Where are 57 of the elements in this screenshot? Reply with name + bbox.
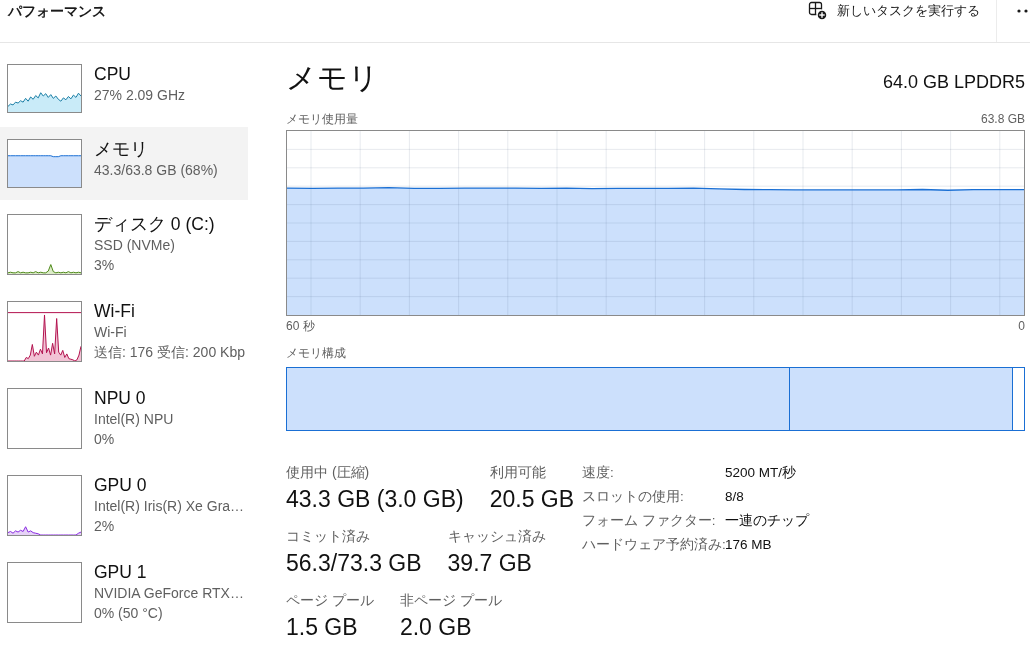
spec-label: フォーム ファクター: (582, 512, 717, 530)
stat-label: 使用中 (圧縮) (286, 463, 371, 481)
sidebar-item[interactable]: Wi-Fi Wi-Fi 送信: 176 受信: 200 Kbp (0, 289, 248, 374)
stat-value: 43.3 GB (3.0 GB) (286, 485, 464, 514)
sidebar-item[interactable]: ディスク 0 (C:) SSD (NVMe) 3% (0, 202, 248, 287)
graph-label: メモリ構成 (286, 345, 347, 361)
device-detail: Intel(R) Iris(R) Xe Gra… (94, 497, 245, 516)
device-detail: NVIDIA GeForce RTX… (94, 584, 244, 603)
device-detail: 送信: 176 受信: 200 Kbp (94, 343, 245, 362)
device-detail: 0% (94, 430, 116, 449)
device-detail: 2% (94, 517, 116, 536)
sidebar-item[interactable]: GPU 1 NVIDIA GeForce RTX… 0% (50 °C) (0, 550, 248, 635)
device-detail: 43.3/63.8 GB (68%) (94, 161, 218, 180)
spec-value: 5200 MT/秒 (725, 464, 798, 482)
more-button[interactable] (1015, 7, 1030, 15)
spec-value: 8/8 (725, 488, 745, 506)
more-icon (1017, 9, 1028, 13)
stat-label: 非ページ プール (399, 591, 502, 609)
spec-label: スロットの使用: (582, 488, 685, 506)
device-detail: Wi-Fi (94, 323, 128, 342)
device-name: Wi-Fi (94, 300, 136, 322)
stat-value: 1.5 GB (286, 613, 359, 642)
sidebar-item[interactable]: CPU 27% 2.09 GHz (0, 52, 248, 125)
new-task-button[interactable]: 新しいタスクを実行する (805, 0, 983, 22)
device-detail: 0% (50 °C) (94, 604, 164, 623)
spec-value: 176 MB (725, 536, 773, 554)
memory-capacity: 64.0 GB LPDDR5 (882, 72, 1025, 93)
stat-value: 39.7 GB (447, 549, 533, 578)
stat-label: 利用可能 (489, 463, 547, 481)
spec-label: 速度: (582, 464, 615, 482)
stat-value: 56.3/73.3 GB (286, 549, 422, 578)
spec-value: 一連のチップ (725, 512, 809, 530)
device-name: GPU 1 (94, 561, 148, 583)
page-title: パフォーマンス (8, 2, 106, 21)
device-name: メモリ (94, 138, 149, 160)
device-name: CPU (94, 63, 132, 85)
stat-label: ページ プール (286, 591, 374, 609)
sidebar-item[interactable]: NPU 0 Intel(R) NPU 0% (0, 376, 248, 461)
axis-label: 0 (1018, 318, 1025, 334)
device-name: NPU 0 (94, 387, 147, 409)
device-name: GPU 0 (94, 474, 148, 496)
device-detail: 27% 2.09 GHz (94, 86, 186, 105)
stat-value: 2.0 GB (399, 613, 473, 642)
device-detail: Intel(R) NPU (94, 410, 174, 429)
sidebar-item[interactable]: メモリ 43.3/63.8 GB (68%) (0, 127, 248, 200)
sidebar-item[interactable]: GPU 0 Intel(R) Iris(R) Xe Gra… 2% (0, 463, 248, 548)
section-title: メモリ (286, 60, 379, 96)
graph-max-label: 63.8 GB (980, 111, 1025, 127)
device-detail: SSD (NVMe) (94, 236, 176, 255)
spec-label: ハードウェア予約済み: (582, 536, 725, 554)
axis-label: 60 秒 (286, 318, 315, 334)
stat-value: 20.5 GB (489, 485, 575, 514)
stat-label: コミット済み (286, 527, 371, 545)
stat-label: キャッシュ済み (447, 527, 546, 545)
device-detail: 3% (94, 256, 116, 275)
device-name: ディスク 0 (C:) (94, 213, 215, 235)
graph-label: メモリ使用量 (286, 111, 358, 127)
